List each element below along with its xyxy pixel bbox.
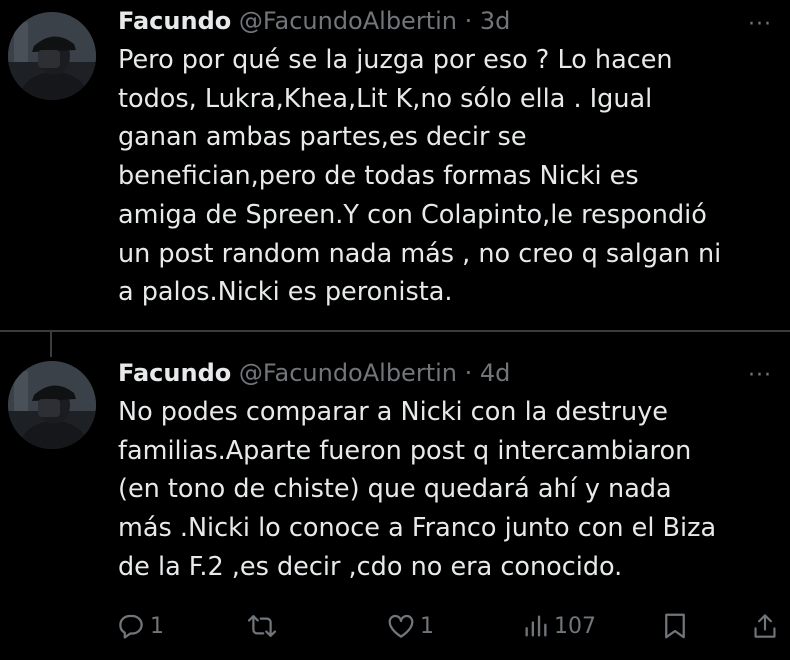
views-button[interactable]: 107 (522, 608, 596, 644)
like-count: 1 (420, 613, 434, 639)
tweet-text-line: ganan ambas partes,es decir se (118, 122, 527, 153)
reply-button[interactable]: 1 (116, 608, 164, 644)
bookmark-button[interactable] (662, 608, 688, 644)
tweet[interactable]: Facundo @FacundoAlbertin · 4d ··· No pod… (0, 333, 790, 660)
author-name[interactable]: Facundo (118, 7, 231, 35)
tweet-text-line: Pero por qué se la juzga por eso ? Lo ha… (118, 45, 673, 75)
tweet-text: Pero por qué se la juzga por eso ? Lo ha… (118, 41, 782, 312)
tweet-actions: 1 1 107 (0, 608, 790, 644)
avatar[interactable] (8, 361, 96, 449)
retweet-icon (246, 611, 278, 641)
tweet-text-line: de la F.2 ,es decir ,cdo no era conocido… (118, 551, 623, 582)
tweet-text-line: (en tono de chiste) que quedará ahí y na… (118, 474, 672, 505)
author-handle[interactable]: @FacundoAlbertin (239, 7, 457, 35)
author-handle[interactable]: @FacundoAlbertin (239, 359, 457, 387)
author-name[interactable]: Facundo (118, 359, 231, 387)
timestamp[interactable]: 4d (480, 359, 511, 387)
views-count: 107 (554, 613, 596, 639)
tweet-text-line: amiga de Spreen.Y con Colapinto,le respo… (118, 199, 707, 230)
tweet[interactable]: Facundo @FacundoAlbertin · 3d ··· Pero p… (0, 0, 790, 330)
reply-count: 1 (150, 613, 164, 639)
like-icon (386, 611, 416, 641)
separator-dot: · (464, 7, 473, 35)
reply-icon (116, 611, 146, 641)
timestamp[interactable]: 3d (480, 7, 511, 35)
tweet-header: Facundo @FacundoAlbertin · 4d (118, 356, 510, 390)
tweet-text-line: más .Nicki lo conoce a Franco junto con … (118, 513, 717, 544)
tweet-header: Facundo @FacundoAlbertin · 3d (118, 4, 510, 38)
share-button[interactable] (752, 608, 778, 644)
avatar[interactable] (8, 12, 96, 100)
more-icon[interactable]: ··· (744, 14, 776, 36)
separator-dot: · (464, 359, 473, 387)
like-button[interactable]: 1 (386, 608, 434, 644)
tweet-text-line: benefician,pero de todas formas Nicki es (118, 161, 639, 192)
tweet-text-line: familias.Aparte fueron post q intercambi… (118, 435, 692, 466)
share-icon (752, 611, 778, 641)
bookmark-icon (662, 611, 688, 641)
views-icon (522, 611, 550, 641)
tweet-text-line: todos, Lukra,Khea,Lit K,no sólo ella . I… (118, 83, 653, 114)
tweet-text: No podes comparar a Nicki con la destruy… (118, 393, 782, 587)
tweet-text-line: a palos.Nicki es peronista. (118, 277, 453, 308)
retweet-button[interactable] (246, 608, 282, 644)
tweet-text-line: No podes comparar a Nicki con la destruy… (118, 397, 668, 427)
tweet-text-line: un post random nada más , no creo q salg… (118, 238, 722, 269)
more-icon[interactable]: ··· (744, 365, 776, 387)
tweet-divider (0, 330, 790, 332)
